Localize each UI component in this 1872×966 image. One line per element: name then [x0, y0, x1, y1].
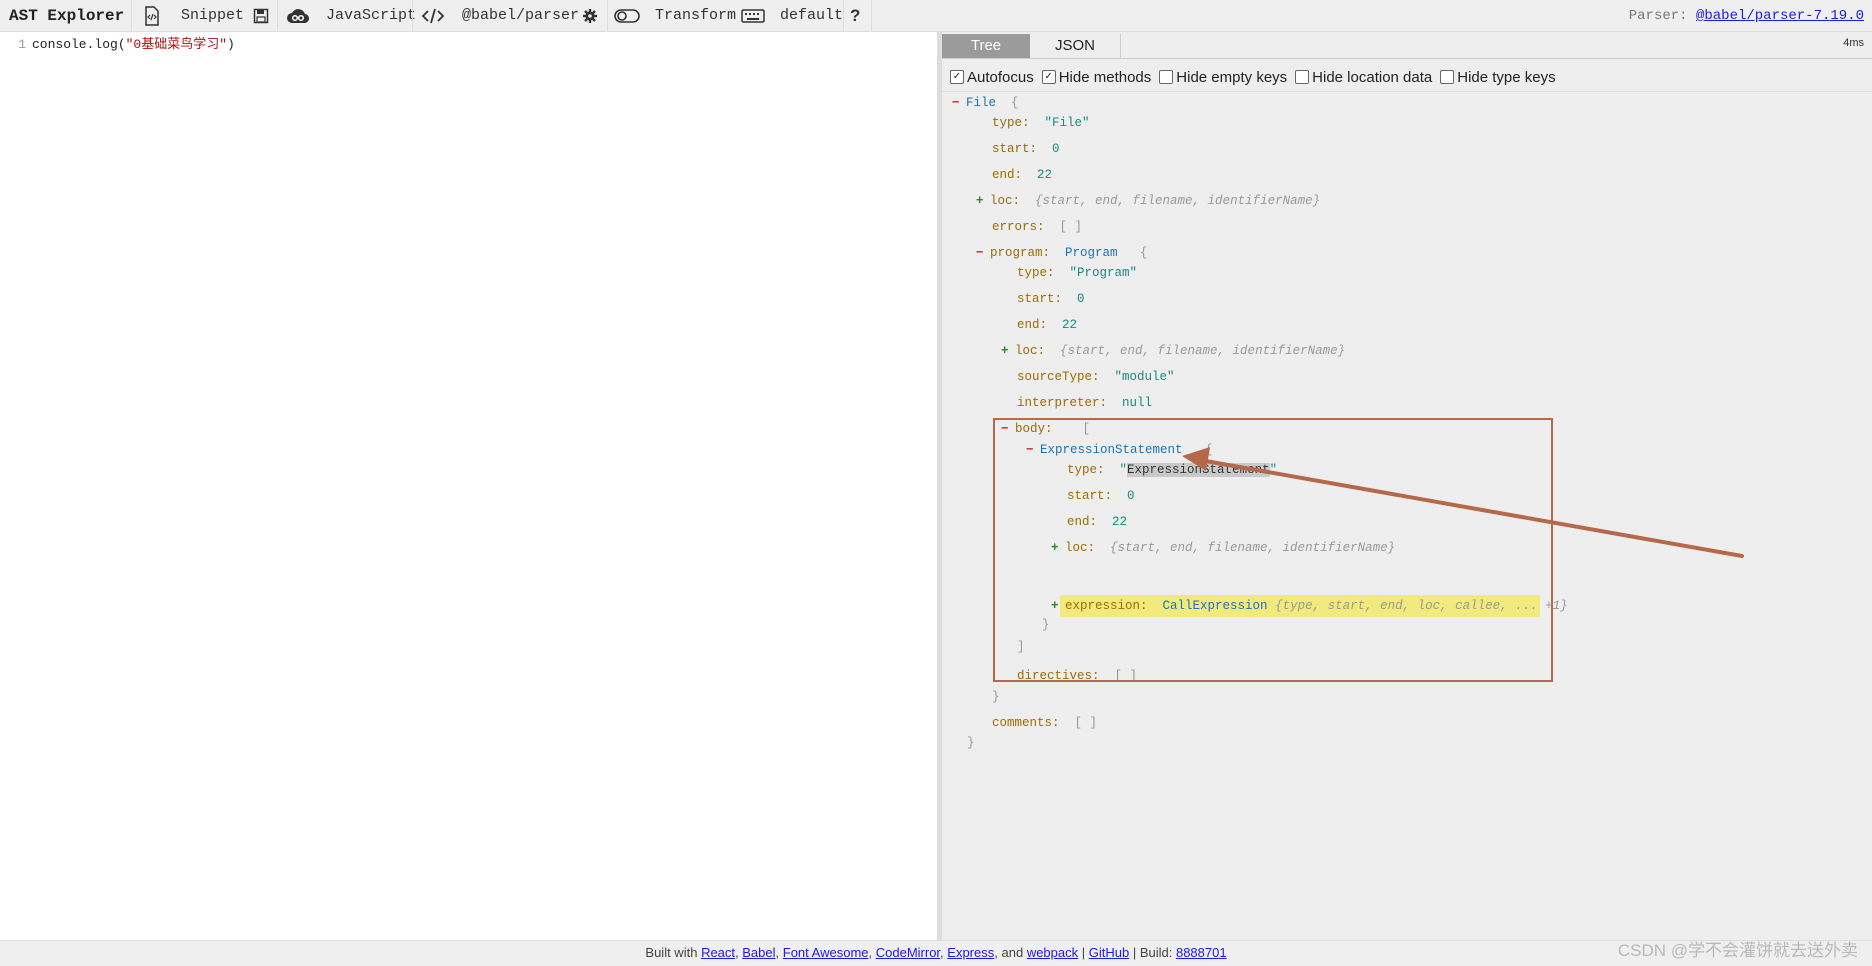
transform-menu[interactable]: Transform: [655, 0, 736, 32]
parser-info-label: Parser:: [1628, 8, 1688, 24]
tree-prop-sourcetype[interactable]: sourceType: "module": [1017, 368, 1175, 386]
expand-icon[interactable]: +: [1001, 342, 1015, 360]
language-icon[interactable]: [285, 0, 311, 32]
express-link[interactable]: Express: [947, 945, 994, 960]
tree-node-program[interactable]: − program: Program {: [976, 244, 1148, 262]
tree-prop-type[interactable]: type: "File": [992, 114, 1090, 132]
parser-info: Parser: @babel/parser-7.19.0: [1629, 0, 1864, 32]
footer: Built with React, Babel, Font Awesome, C…: [0, 940, 1872, 966]
babel-link[interactable]: Babel: [742, 945, 775, 960]
option-hide-empty-keys[interactable]: Hide empty keys: [1159, 69, 1287, 86]
build-link[interactable]: 8888701: [1176, 945, 1227, 960]
tree-prop-loc[interactable]: + loc: {start, end, filename, identifierN…: [1001, 342, 1345, 360]
toolbar-divider: [277, 0, 278, 32]
option-hide-location-data[interactable]: Hide location data: [1295, 69, 1432, 86]
toggle-icon[interactable]: [614, 0, 640, 32]
help-icon[interactable]: ?: [850, 0, 860, 32]
collapse-icon[interactable]: −: [976, 244, 990, 262]
code-text: console.log(: [32, 37, 126, 52]
checkbox[interactable]: ✓: [1041, 70, 1056, 84]
collapse-icon[interactable]: −: [952, 94, 966, 112]
language-menu[interactable]: JavaScript: [326, 0, 416, 32]
line-number: 1: [18, 37, 26, 52]
expand-icon[interactable]: +: [976, 192, 990, 210]
react-link[interactable]: React: [701, 945, 735, 960]
code-string: "0基础菜鸟学习": [125, 37, 228, 52]
tree-prop-interpreter[interactable]: interpreter: null: [1017, 394, 1152, 412]
toolbar-divider: [131, 0, 132, 32]
checkbox[interactable]: [1440, 70, 1455, 84]
font-awesome-link[interactable]: Font Awesome: [783, 945, 869, 960]
toolbar-divider: [843, 0, 844, 32]
divider: [942, 91, 1872, 92]
tab-tree[interactable]: Tree: [942, 34, 1030, 58]
closing-brace: }: [967, 736, 975, 750]
output-tabs: Tree JSON 4ms: [942, 32, 1872, 59]
tree-options: ✓ Autofocus ✓ Hide methods Hide empty keys…: [950, 66, 1564, 88]
toolbar: AST Explorer Snippet JavaScript @babel/p…: [0, 0, 1872, 32]
toolbar-divider: [871, 0, 872, 32]
snippet-menu[interactable]: Snippet: [181, 0, 244, 32]
github-link[interactable]: GitHub: [1089, 945, 1129, 960]
tree-node-file[interactable]: − File {: [952, 94, 1019, 112]
tree-prop-errors[interactable]: errors: [ ]: [992, 218, 1082, 236]
tree-prop-start[interactable]: start: 0: [992, 140, 1060, 158]
option-hide-methods[interactable]: ✓ Hide methods: [1041, 69, 1151, 86]
save-icon[interactable]: [251, 0, 271, 32]
option-hide-type-keys[interactable]: Hide type keys: [1440, 69, 1556, 86]
app-title: AST Explorer: [9, 7, 125, 25]
checkbox[interactable]: ✓: [950, 70, 964, 84]
watermark: CSDN @学不会灌饼就去送外卖: [1617, 941, 1858, 960]
tree-prop-end[interactable]: end: 22: [992, 166, 1052, 184]
codemirror-link[interactable]: CodeMirror: [876, 945, 940, 960]
toolbar-divider: [412, 0, 413, 32]
annotation-box: [993, 418, 1553, 682]
snippet-icon[interactable]: [141, 0, 163, 32]
code-text: ): [227, 37, 235, 52]
tab-json[interactable]: JSON: [1030, 34, 1121, 58]
keyboard-icon[interactable]: [740, 0, 766, 32]
code-line[interactable]: 1 console.log("0基础菜鸟学习"): [0, 36, 235, 54]
tree-prop-loc[interactable]: + loc: {start, end, filename, identifierN…: [976, 192, 1320, 210]
code-icon[interactable]: [420, 0, 446, 32]
gear-icon[interactable]: [580, 0, 600, 32]
tree-prop-comments[interactable]: comments: [ ]: [992, 714, 1097, 732]
closing-brace: }: [992, 690, 1000, 704]
parser-menu[interactable]: @babel/parser: [462, 0, 579, 32]
checkbox[interactable]: [1159, 70, 1174, 84]
code-editor[interactable]: 1 console.log("0基础菜鸟学习"): [0, 32, 937, 940]
checkbox[interactable]: [1295, 70, 1310, 84]
keymap-menu[interactable]: default: [780, 0, 843, 32]
tree-prop-start[interactable]: start: 0: [1017, 290, 1085, 308]
option-autofocus[interactable]: ✓ Autofocus: [950, 69, 1034, 86]
tree-prop-type[interactable]: type: "Program": [1017, 264, 1137, 282]
webpack-link[interactable]: webpack: [1027, 945, 1078, 960]
toolbar-divider: [607, 0, 608, 32]
parser-version-link[interactable]: @babel/parser-7.19.0: [1696, 8, 1864, 24]
parse-time: 4ms: [1843, 37, 1864, 49]
tree-prop-end[interactable]: end: 22: [1017, 316, 1077, 334]
